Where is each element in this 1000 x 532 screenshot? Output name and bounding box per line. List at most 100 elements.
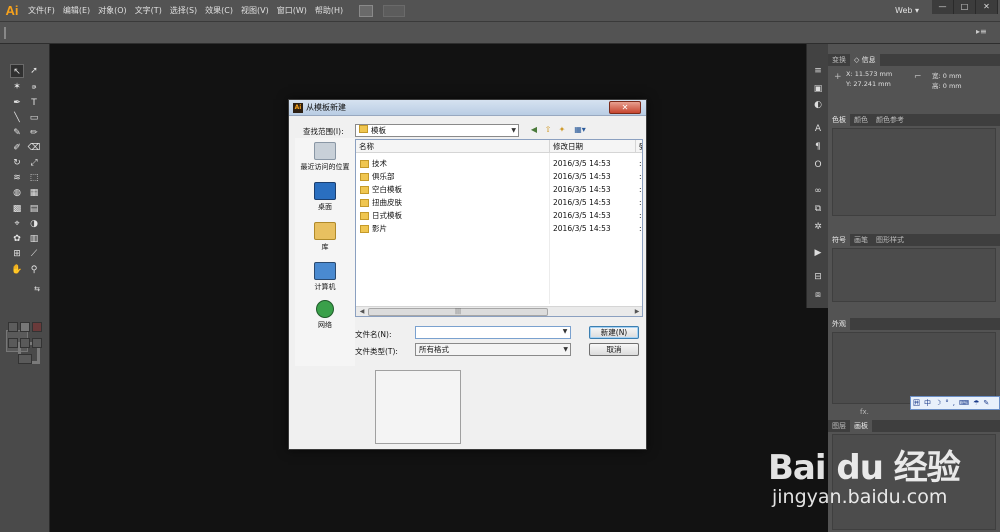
align-panel-icon[interactable]: ⊟ bbox=[811, 270, 825, 284]
line-tool-icon[interactable]: ╲ bbox=[10, 111, 24, 125]
character-panel-icon[interactable]: A bbox=[811, 122, 825, 136]
tab-symbols[interactable]: 符号 bbox=[828, 234, 850, 246]
file-row[interactable]: 技术 2016/3/5 14:53 : bbox=[356, 157, 642, 170]
symbol-sprayer-tool-icon[interactable]: ✿ bbox=[10, 232, 24, 246]
file-row[interactable]: 扭曲皮肤 2016/3/5 14:53 : bbox=[356, 196, 642, 209]
draw-normal-icon[interactable] bbox=[8, 338, 18, 348]
lookin-combo[interactable]: 模板 ▼ bbox=[355, 124, 519, 137]
artboard-tool-icon[interactable]: ⊞ bbox=[10, 247, 24, 261]
file-row[interactable]: 影片 2016/3/5 14:53 : bbox=[356, 222, 642, 235]
dialog-close-button[interactable]: ✕ bbox=[609, 101, 641, 114]
tab-color-guide[interactable]: 颜色参考 bbox=[872, 114, 908, 126]
tab-brushes[interactable]: 画笔 bbox=[850, 234, 872, 246]
zoom-tool-icon[interactable]: ⚲ bbox=[27, 263, 41, 277]
rotate-tool-icon[interactable]: ↻ bbox=[10, 156, 24, 170]
horizontal-scrollbar[interactable]: ◀ ||| ▶ bbox=[356, 306, 642, 316]
menu-object[interactable]: 对象(O) bbox=[94, 0, 131, 22]
gradient-tool-icon[interactable]: ▤ bbox=[27, 202, 41, 216]
eyedropper-tool-icon[interactable]: ⌖ bbox=[10, 217, 24, 231]
scrollbar-thumb[interactable]: ||| bbox=[368, 308, 548, 316]
menu-file[interactable]: 文件(F) bbox=[24, 0, 59, 22]
color-mode-icon[interactable] bbox=[8, 322, 18, 332]
column-name[interactable]: 名称 bbox=[356, 140, 550, 153]
pencil-tool-icon[interactable]: ✏ bbox=[27, 126, 41, 140]
ime-skin-icon[interactable]: ☂ bbox=[971, 399, 981, 407]
menu-edit[interactable]: 编辑(E) bbox=[59, 0, 94, 22]
tab-color[interactable]: 颜色 bbox=[850, 114, 872, 126]
rectangle-tool-icon[interactable]: ▭ bbox=[27, 111, 41, 125]
menu-icon[interactable]: ≡ bbox=[811, 64, 825, 78]
up-folder-icon[interactable]: ⇧ bbox=[543, 125, 553, 135]
eraser-tool-icon[interactable]: ⌫ bbox=[27, 141, 41, 155]
menu-help[interactable]: 帮助(H) bbox=[311, 0, 347, 22]
minimize-button[interactable]: — bbox=[932, 0, 954, 14]
tab-info[interactable]: ◇ 信息 bbox=[850, 54, 880, 66]
slice-tool-icon[interactable]: ⟋ bbox=[27, 247, 41, 261]
tab-transform[interactable]: 变换 bbox=[828, 54, 850, 66]
workspace-switcher[interactable]: Web ▾ bbox=[895, 0, 919, 22]
swap-fill-stroke-icon[interactable]: ⇆ bbox=[30, 282, 44, 296]
place-desktop[interactable]: 桌面 bbox=[295, 182, 355, 212]
file-row[interactable]: 俱乐部 2016/3/5 14:53 : bbox=[356, 170, 642, 183]
grip-handle[interactable] bbox=[4, 27, 6, 39]
tab-graphic-styles[interactable]: 图形样式 bbox=[872, 234, 908, 246]
new-folder-icon[interactable]: ✦ bbox=[557, 125, 567, 135]
new-button[interactable]: 新建(N) bbox=[589, 326, 639, 339]
cancel-button[interactable]: 取消 bbox=[589, 343, 639, 356]
place-network[interactable]: 网络 bbox=[295, 300, 355, 330]
ime-punct-icon[interactable]: ° bbox=[943, 399, 951, 407]
ime-tools-icon[interactable]: ✎ bbox=[981, 399, 991, 407]
shape-builder-tool-icon[interactable]: ◍ bbox=[10, 186, 24, 200]
artboards-panel-icon[interactable]: ⧉ bbox=[811, 202, 825, 216]
lasso-tool-icon[interactable]: ဇ bbox=[27, 80, 41, 94]
back-icon[interactable]: ◀ bbox=[529, 125, 539, 135]
stroke-panel-icon[interactable]: ✲ bbox=[811, 220, 825, 234]
menu-window[interactable]: 窗口(W) bbox=[273, 0, 311, 22]
menu-select[interactable]: 选择(S) bbox=[166, 0, 201, 22]
view-menu-icon[interactable]: ▦▾ bbox=[571, 125, 589, 135]
scroll-left-icon[interactable]: ◀ bbox=[357, 308, 367, 316]
place-library[interactable]: 库 bbox=[295, 222, 355, 252]
pen-tool-icon[interactable]: ✒ bbox=[10, 96, 24, 110]
close-button[interactable]: ✕ bbox=[976, 0, 998, 14]
tab-layers[interactable]: 图层 bbox=[828, 420, 850, 432]
direct-selection-tool-icon[interactable]: ➚ bbox=[27, 64, 41, 78]
ime-keyboard-icon[interactable]: ⌨ bbox=[957, 399, 971, 407]
none-mode-icon[interactable] bbox=[32, 322, 42, 332]
screen-mode-icon[interactable] bbox=[18, 354, 32, 364]
paintbrush-tool-icon[interactable]: ✎ bbox=[10, 126, 24, 140]
menu-type[interactable]: 文字(T) bbox=[131, 0, 166, 22]
menu-view[interactable]: 视图(V) bbox=[237, 0, 273, 22]
gradient-panel-icon[interactable]: ▣ bbox=[811, 82, 825, 96]
chevron-down-icon[interactable]: ▼ bbox=[560, 327, 570, 337]
ime-halfwidth-icon[interactable]: ☽ bbox=[933, 399, 943, 407]
draw-inside-icon[interactable] bbox=[32, 338, 42, 348]
ime-mode-chinese[interactable]: 中 bbox=[922, 398, 933, 408]
blob-brush-tool-icon[interactable]: ✐ bbox=[10, 141, 24, 155]
maximize-button[interactable]: □ bbox=[954, 0, 976, 14]
panel-menu-icon[interactable]: ▸≡ bbox=[976, 27, 987, 36]
warp-tool-icon[interactable]: ≋ bbox=[10, 171, 24, 185]
arrange-documents-icon[interactable] bbox=[383, 4, 406, 17]
type-tool-icon[interactable]: T bbox=[27, 96, 41, 110]
links-panel-icon[interactable]: ∞ bbox=[811, 184, 825, 198]
blend-tool-icon[interactable]: ◑ bbox=[27, 217, 41, 231]
free-transform-tool-icon[interactable]: ⬚ bbox=[27, 171, 41, 185]
file-row[interactable]: 日式模板 2016/3/5 14:53 : bbox=[356, 209, 642, 222]
column-graph-tool-icon[interactable]: ▥ bbox=[27, 232, 41, 246]
scale-tool-icon[interactable]: ⤢ bbox=[27, 156, 41, 170]
file-row[interactable]: 空白模板 2016/3/5 14:53 : bbox=[356, 183, 642, 196]
actions-panel-icon[interactable]: ▶ bbox=[811, 246, 825, 260]
column-extra[interactable]: § bbox=[636, 140, 642, 153]
dialog-titlebar[interactable]: Ai 从模板新建 ✕ bbox=[289, 100, 646, 116]
tab-appearance[interactable]: 外观 bbox=[828, 318, 850, 330]
ime-logo-icon[interactable]: 囲 bbox=[911, 398, 922, 408]
filetype-combo[interactable]: 所有格式 ▼ bbox=[415, 343, 571, 356]
bridge-icon[interactable] bbox=[359, 4, 374, 17]
draw-behind-icon[interactable] bbox=[20, 338, 30, 348]
menu-effect[interactable]: 效果(C) bbox=[201, 0, 237, 22]
opentype-panel-icon[interactable]: O bbox=[811, 158, 825, 172]
magic-wand-tool-icon[interactable]: ✶ bbox=[10, 80, 24, 94]
place-recent[interactable]: 最近访问的位置 bbox=[295, 142, 355, 172]
transparency-panel-icon[interactable]: ◐ bbox=[811, 98, 825, 112]
